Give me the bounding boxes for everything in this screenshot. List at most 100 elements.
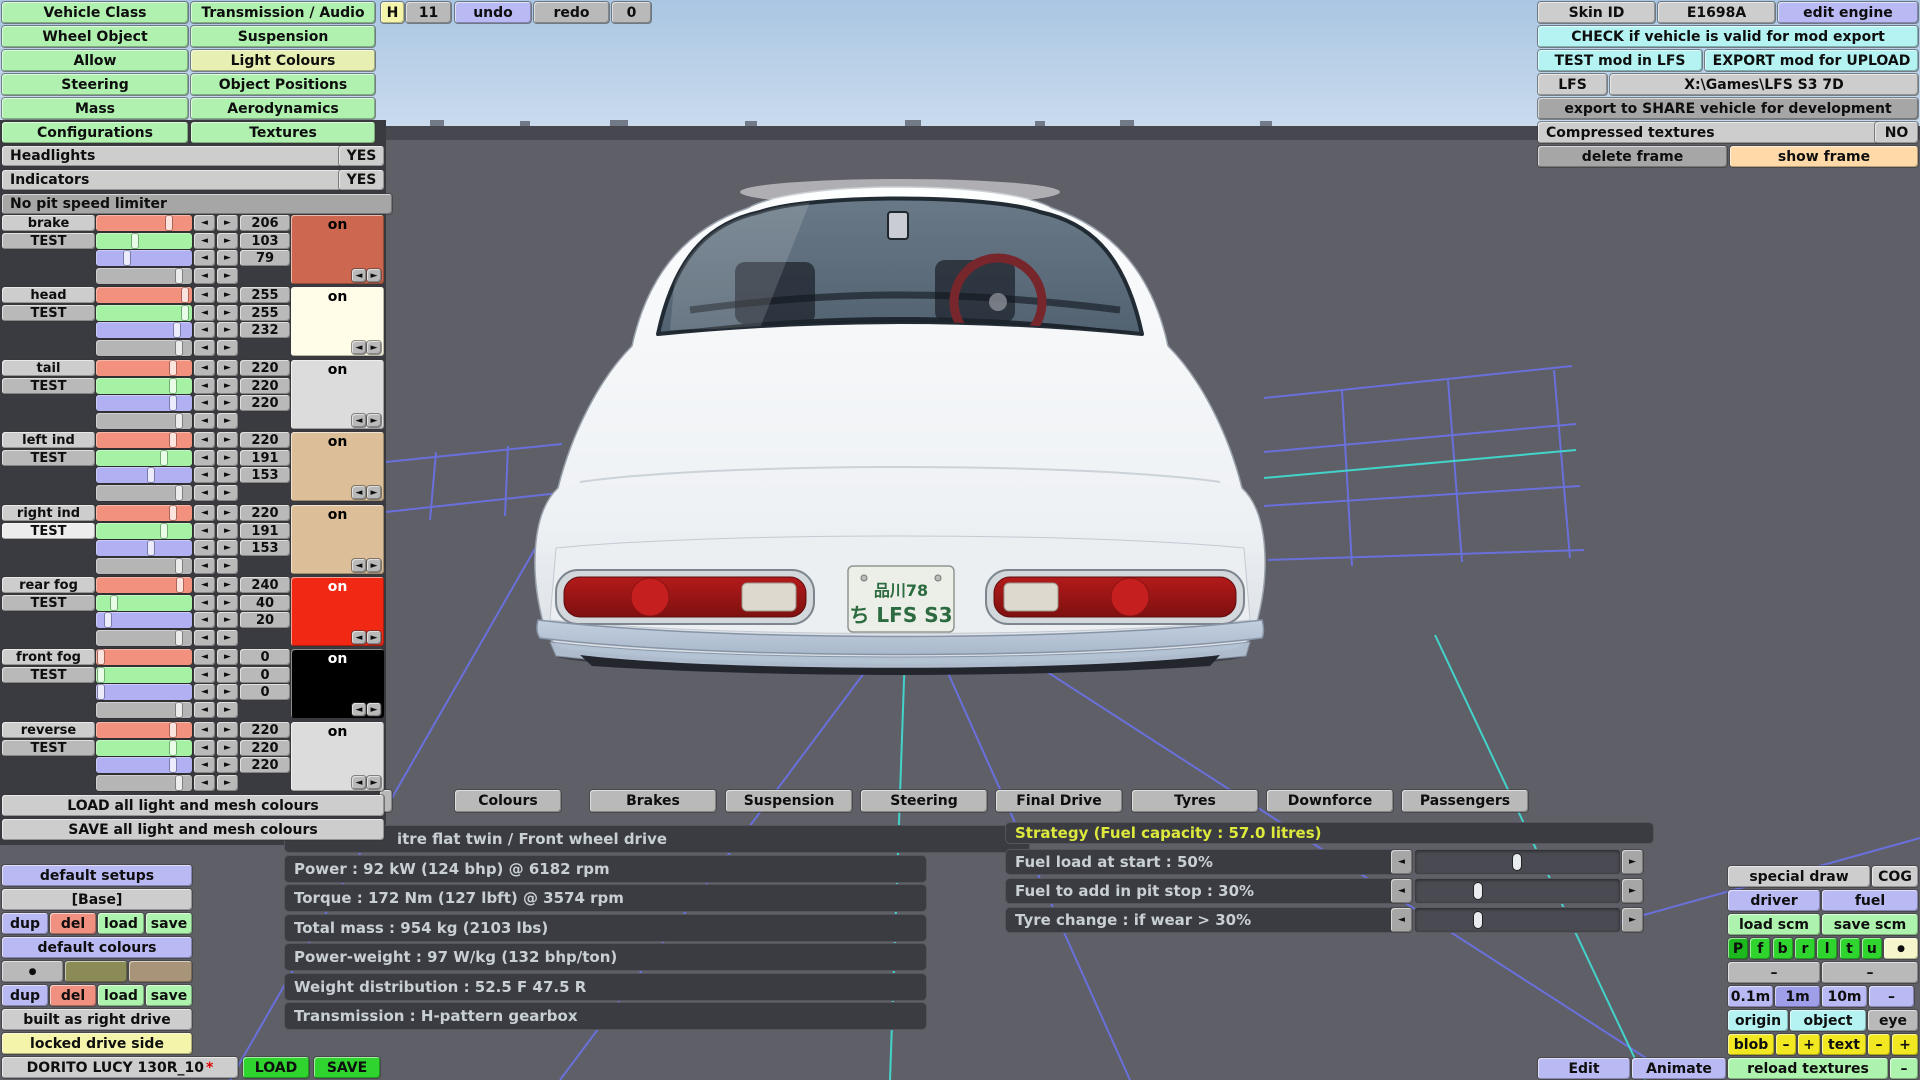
light-slider-rear-fog-level[interactable] [96, 630, 192, 646]
vehicle-save-button[interactable]: SAVE [314, 1057, 380, 1078]
light-inc-arrow[interactable]: ► [217, 630, 238, 646]
light-inc-arrow[interactable]: ► [217, 722, 238, 738]
light-label-reverse[interactable]: reverse [2, 722, 95, 738]
strategy-inc-arrow-2[interactable]: ► [1622, 908, 1643, 932]
light-label-right-ind[interactable]: right ind [2, 505, 95, 521]
slider-thumb[interactable] [105, 613, 111, 627]
slider-thumb[interactable] [161, 451, 167, 465]
slider-thumb[interactable] [98, 668, 104, 682]
swatch-prev-arrow[interactable]: ◄ [352, 559, 366, 572]
grid-size-10m[interactable]: 10m [1822, 986, 1867, 1007]
light-inc-arrow[interactable]: ► [217, 287, 238, 303]
blob-minus-button[interactable]: – [1776, 1034, 1796, 1055]
light-slider-head-b[interactable] [96, 322, 192, 338]
slider-thumb[interactable] [148, 468, 154, 482]
strategy-dec-arrow-2[interactable]: ◄ [1391, 908, 1412, 932]
reload-dash-button[interactable]: – [1890, 1058, 1918, 1079]
light-slider-tail-r[interactable] [96, 360, 192, 376]
slider-thumb[interactable] [170, 396, 176, 410]
light-inc-arrow[interactable]: ► [217, 378, 238, 394]
light-slider-brake-level[interactable] [96, 268, 192, 284]
draw-dot-button[interactable]: ● [1884, 938, 1918, 959]
dash-button-1[interactable]: – [1728, 962, 1820, 983]
colour-swatch-olive[interactable] [65, 961, 127, 982]
slider-thumb[interactable] [182, 288, 188, 302]
light-slider-rear-fog-g[interactable] [96, 595, 192, 611]
colour-load-button[interactable]: load [98, 985, 144, 1006]
tab-brakes[interactable]: Brakes [590, 790, 716, 812]
swatch-prev-arrow[interactable]: ◄ [352, 414, 366, 427]
light-dec-arrow[interactable]: ◄ [194, 287, 215, 303]
light-slider-head-r[interactable] [96, 287, 192, 303]
draw-toggle-u[interactable]: u [1862, 938, 1882, 959]
menu-transmission-audio[interactable]: Transmission / Audio [191, 2, 375, 23]
slider-thumb[interactable] [170, 379, 176, 393]
blob-plus-button[interactable]: + [1798, 1034, 1820, 1055]
draw-toggle-r[interactable]: r [1795, 938, 1815, 959]
light-dec-arrow[interactable]: ◄ [194, 268, 215, 284]
tab-steering[interactable]: Steering [861, 790, 987, 812]
export-mod-button[interactable]: EXPORT mod for UPLOAD [1705, 50, 1918, 71]
draw-toggle-t[interactable]: t [1840, 938, 1860, 959]
light-slider-left-ind-r[interactable] [96, 432, 192, 448]
light-dec-arrow[interactable]: ◄ [194, 558, 215, 574]
light-dec-arrow[interactable]: ◄ [194, 667, 215, 683]
text-button[interactable]: text [1822, 1034, 1866, 1055]
light-dec-arrow[interactable]: ◄ [194, 450, 215, 466]
light-slider-left-ind-b[interactable] [96, 467, 192, 483]
light-test-front-fog[interactable]: TEST [2, 667, 95, 683]
edit-engine-button[interactable]: edit engine [1778, 2, 1918, 23]
colour-current-button[interactable]: ● [2, 961, 63, 982]
swatch-prev-arrow[interactable]: ◄ [352, 703, 366, 716]
lfs-path-button[interactable]: X:\Games\LFS S3 7D [1610, 74, 1918, 95]
light-dec-arrow[interactable]: ◄ [194, 595, 215, 611]
light-slider-front-fog-b[interactable] [96, 684, 192, 700]
slider-thumb[interactable] [161, 524, 167, 538]
swatch-prev-arrow[interactable]: ◄ [352, 269, 366, 282]
grid-size-0-1m[interactable]: 0.1m [1728, 986, 1773, 1007]
swatch-prev-arrow[interactable]: ◄ [352, 631, 366, 644]
strategy-dec-arrow-0[interactable]: ◄ [1391, 850, 1412, 874]
light-dec-arrow[interactable]: ◄ [194, 702, 215, 718]
slider-thumb[interactable] [124, 251, 130, 265]
light-inc-arrow[interactable]: ► [217, 667, 238, 683]
strategy-dec-arrow-1[interactable]: ◄ [1391, 879, 1412, 903]
default-colours-button[interactable]: default colours [2, 937, 192, 958]
menu-textures[interactable]: Textures [191, 122, 375, 143]
menu-light-colours[interactable]: Light Colours [191, 50, 375, 71]
setup-save-button[interactable]: save [146, 913, 192, 934]
strategy-inc-arrow-0[interactable]: ► [1622, 850, 1643, 874]
colour-del-button[interactable]: del [50, 985, 96, 1006]
light-test-reverse[interactable]: TEST [2, 740, 95, 756]
light-inc-arrow[interactable]: ► [217, 523, 238, 539]
light-dec-arrow[interactable]: ◄ [194, 215, 215, 231]
light-inc-arrow[interactable]: ► [217, 467, 238, 483]
tab-suspension[interactable]: Suspension [726, 790, 852, 812]
light-dec-arrow[interactable]: ◄ [194, 250, 215, 266]
tab-final-drive[interactable]: Final Drive [996, 790, 1122, 812]
light-dec-arrow[interactable]: ◄ [194, 612, 215, 628]
light-dec-arrow[interactable]: ◄ [194, 395, 215, 411]
driver-button[interactable]: driver [1728, 890, 1820, 911]
swatch-next-arrow[interactable]: ► [367, 486, 381, 499]
load-scm-button[interactable]: load scm [1728, 914, 1820, 935]
setup-load-button[interactable]: load [98, 913, 144, 934]
colour-save-button[interactable]: save [146, 985, 192, 1006]
light-dec-arrow[interactable]: ◄ [194, 740, 215, 756]
slider-thumb[interactable] [176, 414, 182, 428]
strategy-slider-0[interactable] [1415, 850, 1620, 874]
light-label-head[interactable]: head [2, 287, 95, 303]
light-label-brake[interactable]: brake [2, 215, 95, 231]
light-slider-reverse-r[interactable] [96, 722, 192, 738]
slider-thumb[interactable] [111, 596, 117, 610]
text-plus-button[interactable]: + [1892, 1034, 1918, 1055]
light-inc-arrow[interactable]: ► [217, 684, 238, 700]
light-dec-arrow[interactable]: ◄ [194, 722, 215, 738]
menu-object-positions[interactable]: Object Positions [191, 74, 375, 95]
text-minus-button[interactable]: – [1868, 1034, 1890, 1055]
grid-size-[interactable]: – [1869, 986, 1914, 1007]
setup-del-button[interactable]: del [50, 913, 96, 934]
slider-thumb[interactable] [174, 323, 180, 337]
delete-frame-button[interactable]: delete frame [1538, 146, 1727, 167]
light-test-rear-fog[interactable]: TEST [2, 595, 95, 611]
